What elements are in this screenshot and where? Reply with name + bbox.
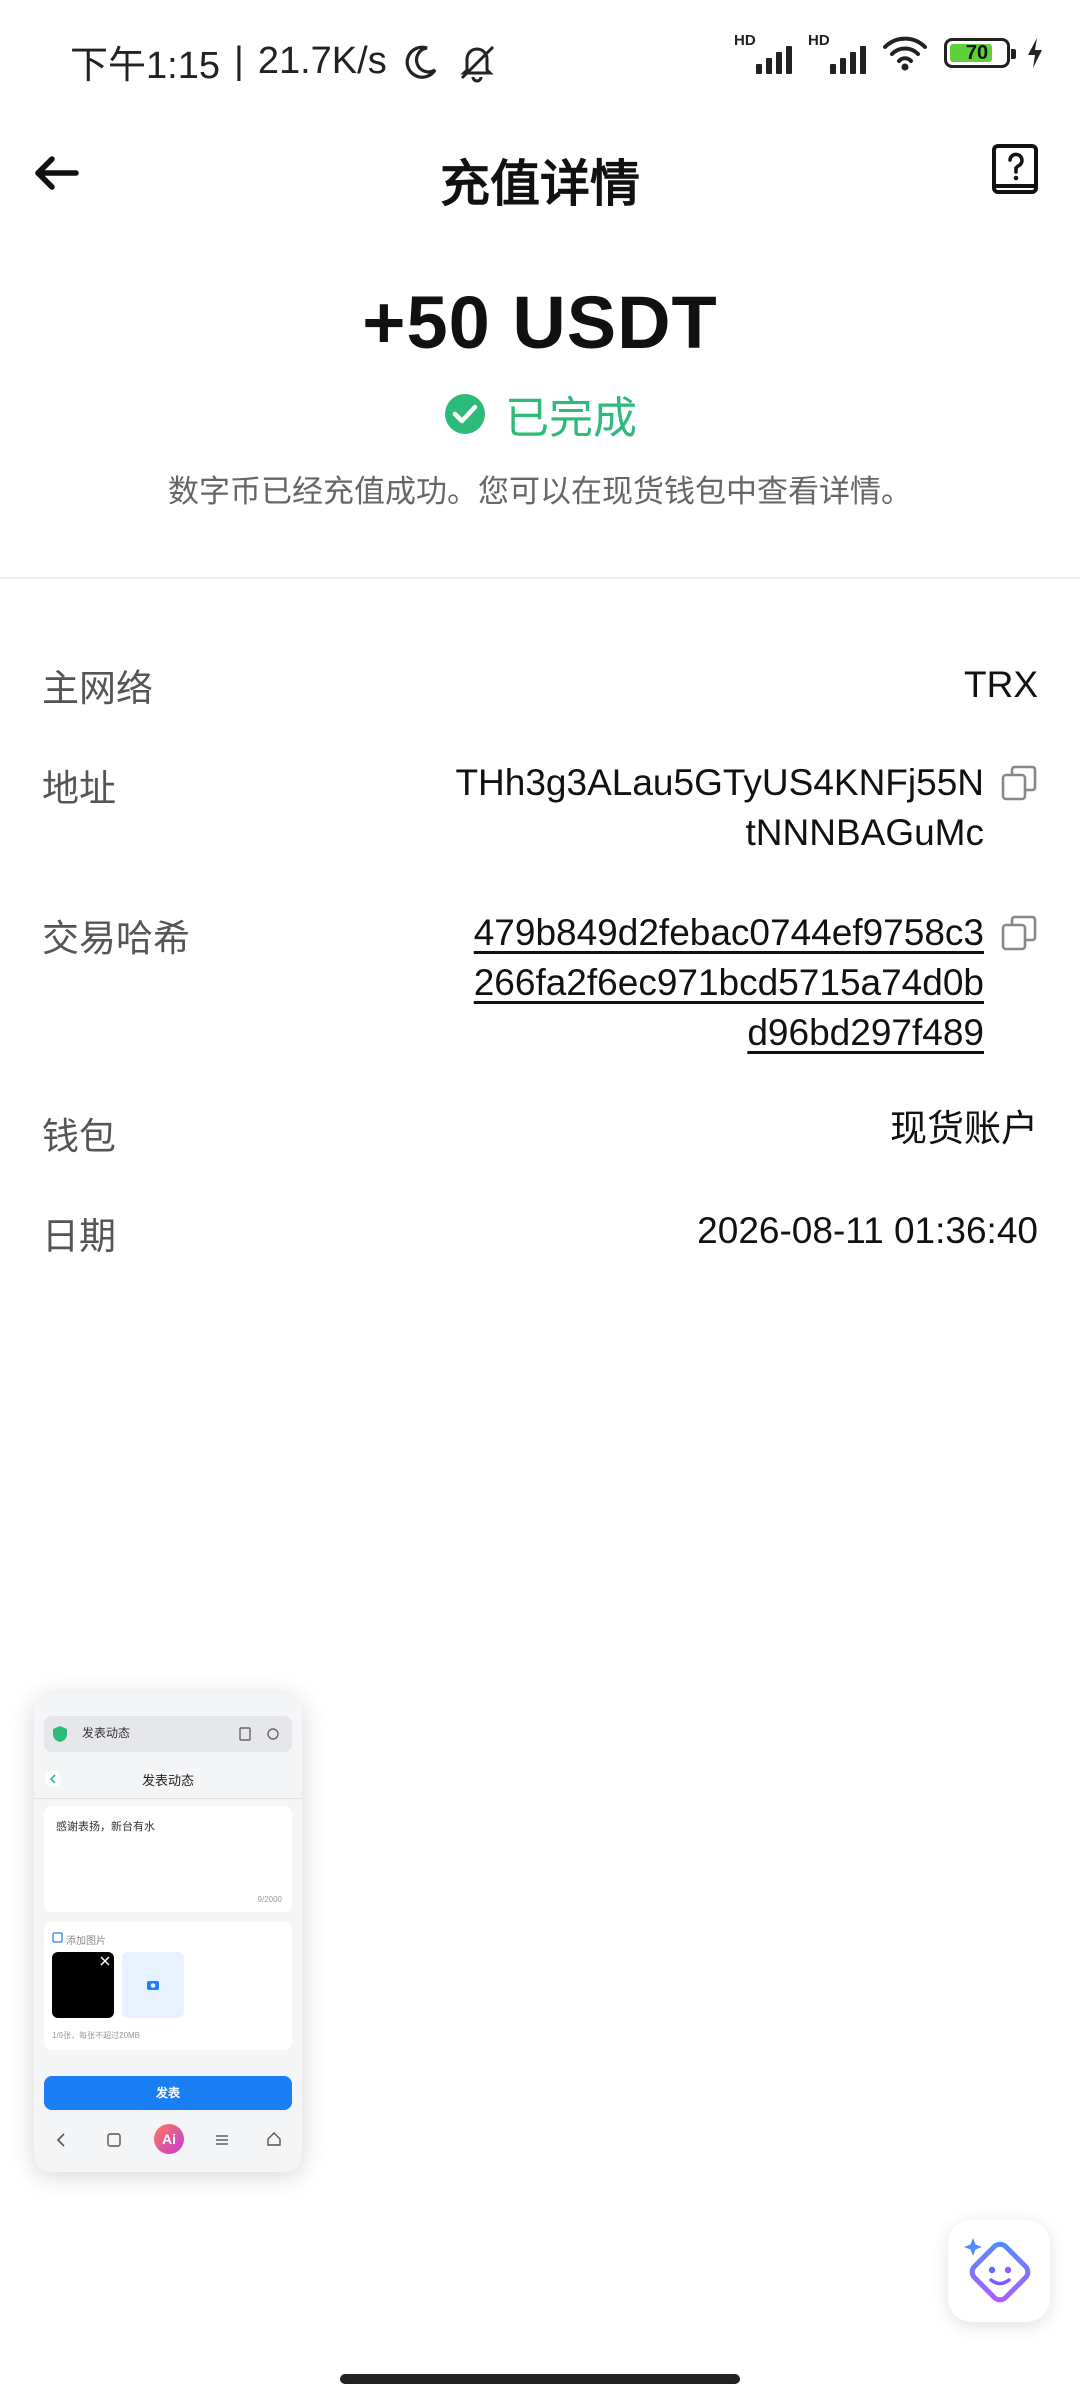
page-title: 充值详情: [440, 156, 640, 212]
nav-menu-icon: [216, 2135, 228, 2145]
status-time: 下午1:15: [70, 45, 220, 87]
refresh-icon: [267, 1728, 279, 1740]
network-value: TRX: [964, 664, 1038, 705]
nav-home-icon: [267, 2132, 281, 2146]
txhash-line-3: d96bd297f489: [747, 1012, 984, 1053]
status-description: 数字币已经充值成功。您可以在现货钱包中查看详情。: [168, 474, 912, 509]
preview-bar-title: 发表动态: [82, 1726, 131, 1740]
status-text: 已完成: [505, 394, 637, 443]
status-row: 已完成: [0, 382, 1080, 446]
battery-icon: 70: [944, 38, 1016, 68]
status-right: HD HD 70: [734, 32, 1044, 74]
status-net-speed: 21.7K/s: [257, 40, 387, 82]
preview-image-box: 添加图片 1/9张，每张不超过20MB: [44, 1922, 292, 2050]
preview-bottom-nav: Ai: [34, 2120, 302, 2160]
ai-assistant-icon: [964, 2238, 1031, 2303]
bookmark-icon: [239, 1727, 251, 1741]
preview-add-image-label: 添加图片: [66, 1936, 106, 1947]
check-circle-icon: [445, 394, 485, 434]
address-line-2: tNNNBAGuMc: [745, 812, 984, 853]
copy-txhash-icon[interactable]: [1000, 914, 1038, 952]
ai-assistant-button[interactable]: [948, 2220, 1050, 2322]
deposit-amount: +50 USDT: [362, 281, 718, 364]
wallet-label: 钱包: [42, 1116, 116, 1157]
network-label: 主网络: [42, 668, 153, 709]
preview-divider: [34, 1798, 302, 1799]
battery-level: 70: [965, 42, 989, 64]
shield-icon: [53, 1726, 67, 1742]
camera-icon: [147, 1981, 159, 1990]
address-value[interactable]: THh3g3ALau5GTyUS4KNFj55N tNNNBAGuMc: [424, 758, 984, 858]
preview-image-hint: 1/9张，每张不超过20MB: [52, 2031, 141, 2040]
status-left: 下午1:15 | 21.7K/s: [70, 34, 499, 89]
txhash-line-1: 479b849d2febac0744ef9758c3: [473, 912, 984, 953]
txhash-line-2: 266fa2f6ec971bcd5715a74d0b: [473, 962, 984, 1003]
preview-search-bar: 发表动态: [44, 1716, 292, 1752]
nav-back-icon: [56, 2133, 65, 2147]
help-book-icon[interactable]: [984, 136, 1050, 202]
status-bar: 下午1:15 | 21.7K/s HD HD 70: [0, 0, 1080, 118]
preview-image-thumbnail: [52, 1952, 114, 2018]
date-value: 2026-08-11 01:36:40: [697, 1210, 1038, 1251]
address-line-1: THh3g3ALau5GTyUS4KNFj55N: [455, 762, 984, 803]
signal-2-icon: HD: [808, 32, 866, 74]
preview-text-box: 感谢表扬，新台有水 9/2000: [44, 1806, 292, 1912]
preview-char-count: 9/2000: [257, 1895, 282, 1904]
floating-app-preview[interactable]: 发表动态 发表动态 感谢表扬，新台有水 9/2000 添加图片 1/9张，每张不…: [34, 1694, 302, 2172]
nav-ai-icon: Ai: [154, 2124, 184, 2154]
status-separator: |: [233, 40, 244, 82]
home-indicator[interactable]: [340, 2374, 740, 2384]
wallet-value: 现货账户: [890, 1108, 1038, 1149]
silent-bell-icon: [460, 45, 494, 82]
wifi-icon: [883, 36, 927, 71]
preview-publish-button: 发表: [44, 2076, 292, 2110]
charging-bolt-icon: [1028, 38, 1042, 68]
address-label: 地址: [42, 768, 116, 809]
date-label: 日期: [42, 1216, 116, 1257]
txhash-label: 交易哈希: [42, 918, 190, 959]
top-app-bar: 充值详情: [0, 118, 1080, 228]
moon-icon: [405, 45, 437, 79]
copy-address-icon[interactable]: [1000, 764, 1038, 802]
preview-post-text: 感谢表扬，新台有水: [56, 1821, 155, 1833]
signal-1-icon: HD: [734, 32, 792, 74]
txhash-link[interactable]: 479b849d2febac0744ef9758c3 266fa2f6ec971…: [424, 908, 984, 1058]
preview-page-title: 发表动态: [141, 1773, 194, 1788]
nav-tabs-icon: [107, 2133, 121, 2147]
preview-add-image-slot: [122, 1952, 184, 2018]
close-icon: [100, 1956, 110, 1966]
divider: [0, 577, 1080, 579]
image-icon: [52, 1932, 63, 1943]
